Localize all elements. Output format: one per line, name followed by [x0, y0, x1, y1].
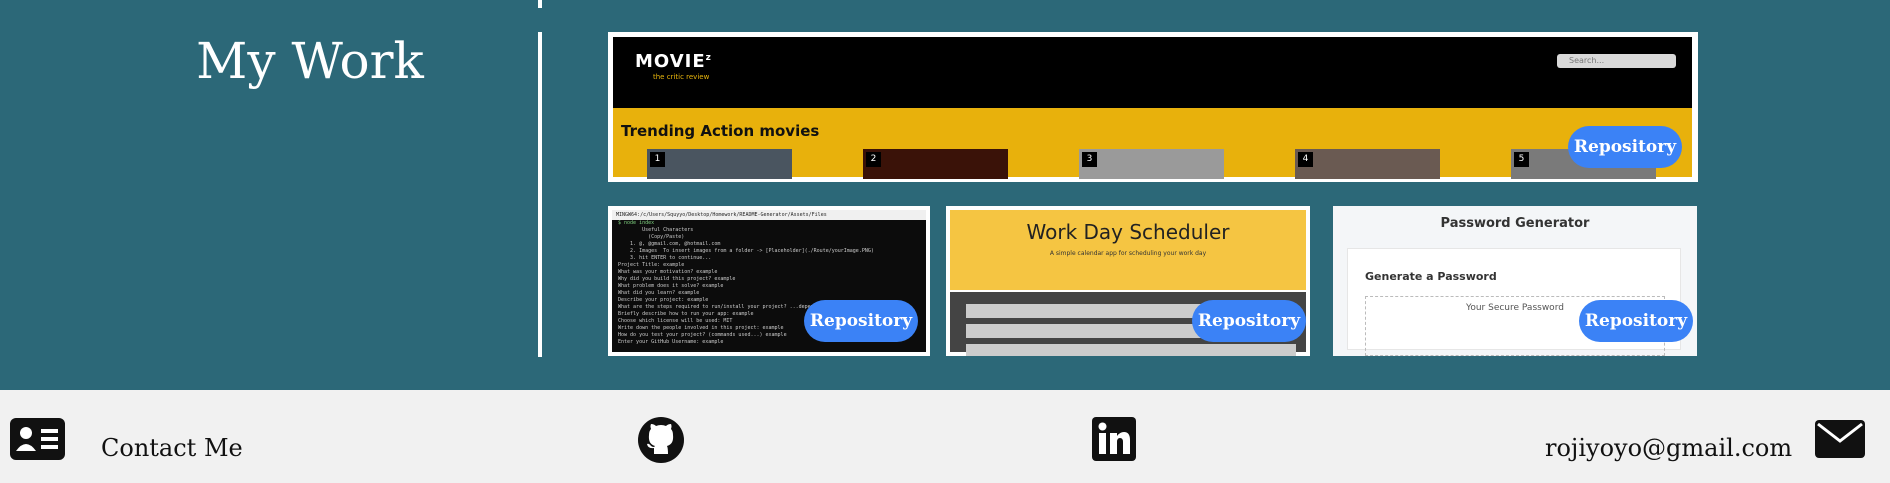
movie-header: MOVIEz the critic review Search...	[613, 37, 1692, 108]
terminal-line: What was your motivation? example	[618, 269, 718, 275]
project-card-scheduler[interactable]: Work Day Scheduler A simple calendar app…	[946, 206, 1310, 356]
movie-poster: 4	[1295, 149, 1440, 179]
divider-line	[538, 32, 542, 357]
repository-button[interactable]: Repository	[1192, 300, 1306, 342]
terminal-line: Useful Characters	[618, 227, 694, 233]
project-card-readme[interactable]: MINGW64:/c/Users/Squyyo/Desktop/Homework…	[608, 206, 930, 356]
footer: Contact Me rojiyoyo@gmail.com	[0, 390, 1890, 483]
terminal-line: 3. hit ENTER to continue...	[618, 255, 712, 261]
repository-button[interactable]: Repository	[804, 300, 918, 342]
terminal-line: Project Title: example	[618, 262, 685, 268]
movie-poster: 2	[863, 149, 1008, 179]
github-icon[interactable]	[637, 416, 685, 468]
movie-trending-heading: Trending Action movies	[621, 122, 820, 140]
envelope-icon[interactable]	[1815, 420, 1865, 462]
scheduler-row	[966, 344, 1296, 356]
password-title: Password Generator	[1440, 216, 1590, 231]
terminal-line: (Copy/Paste)	[618, 234, 685, 240]
divider-line-top	[538, 0, 542, 8]
terminal-line: What problem does it solve? example	[618, 283, 724, 289]
terminal-line: 2. Images To insert images from a folder…	[618, 248, 874, 254]
section-title: My Work	[196, 32, 424, 90]
terminal-line: $ node index	[618, 220, 655, 226]
movie-search-input: Search...	[1557, 54, 1676, 68]
scheduler-header: Work Day Scheduler A simple calendar app…	[950, 210, 1306, 290]
project-card-password[interactable]: Password Generator Generate a Password Y…	[1333, 206, 1697, 356]
linkedin-icon[interactable]	[1092, 417, 1136, 465]
movie-tagline: the critic review	[653, 73, 710, 81]
movie-poster: 3	[1079, 149, 1224, 179]
movie-logo: MOVIEz	[635, 51, 712, 72]
password-heading: Generate a Password	[1365, 270, 1497, 283]
scheduler-title: Work Day Scheduler	[1026, 220, 1230, 244]
terminal-line: 1. @, @gmail.com, @hotmail.com	[618, 241, 721, 247]
movie-trending-section: Trending Action movies 1 2 3 4 5	[613, 108, 1692, 179]
repository-button[interactable]: Repository	[1579, 300, 1693, 342]
portfolio-section: My Work MOVIEz the critic review Search.…	[0, 0, 1890, 390]
movie-poster: 1	[647, 149, 792, 179]
project-card-movie[interactable]: MOVIEz the critic review Search... Trend…	[608, 32, 1698, 182]
scheduler-subtitle: A simple calendar app for scheduling you…	[1049, 250, 1207, 257]
email-link[interactable]: rojiyoyo@gmail.com	[1545, 434, 1792, 462]
contact-card-icon[interactable]	[10, 418, 65, 464]
contact-me-link[interactable]: Contact Me	[101, 434, 243, 462]
terminal-line: What did you learn? example	[618, 290, 700, 296]
repository-button[interactable]: Repository	[1568, 126, 1682, 168]
terminal-line: Why did you build this project? example	[618, 276, 736, 282]
terminal-title-bar: MINGW64:/c/Users/Squyyo/Desktop/Homework…	[612, 210, 926, 220]
